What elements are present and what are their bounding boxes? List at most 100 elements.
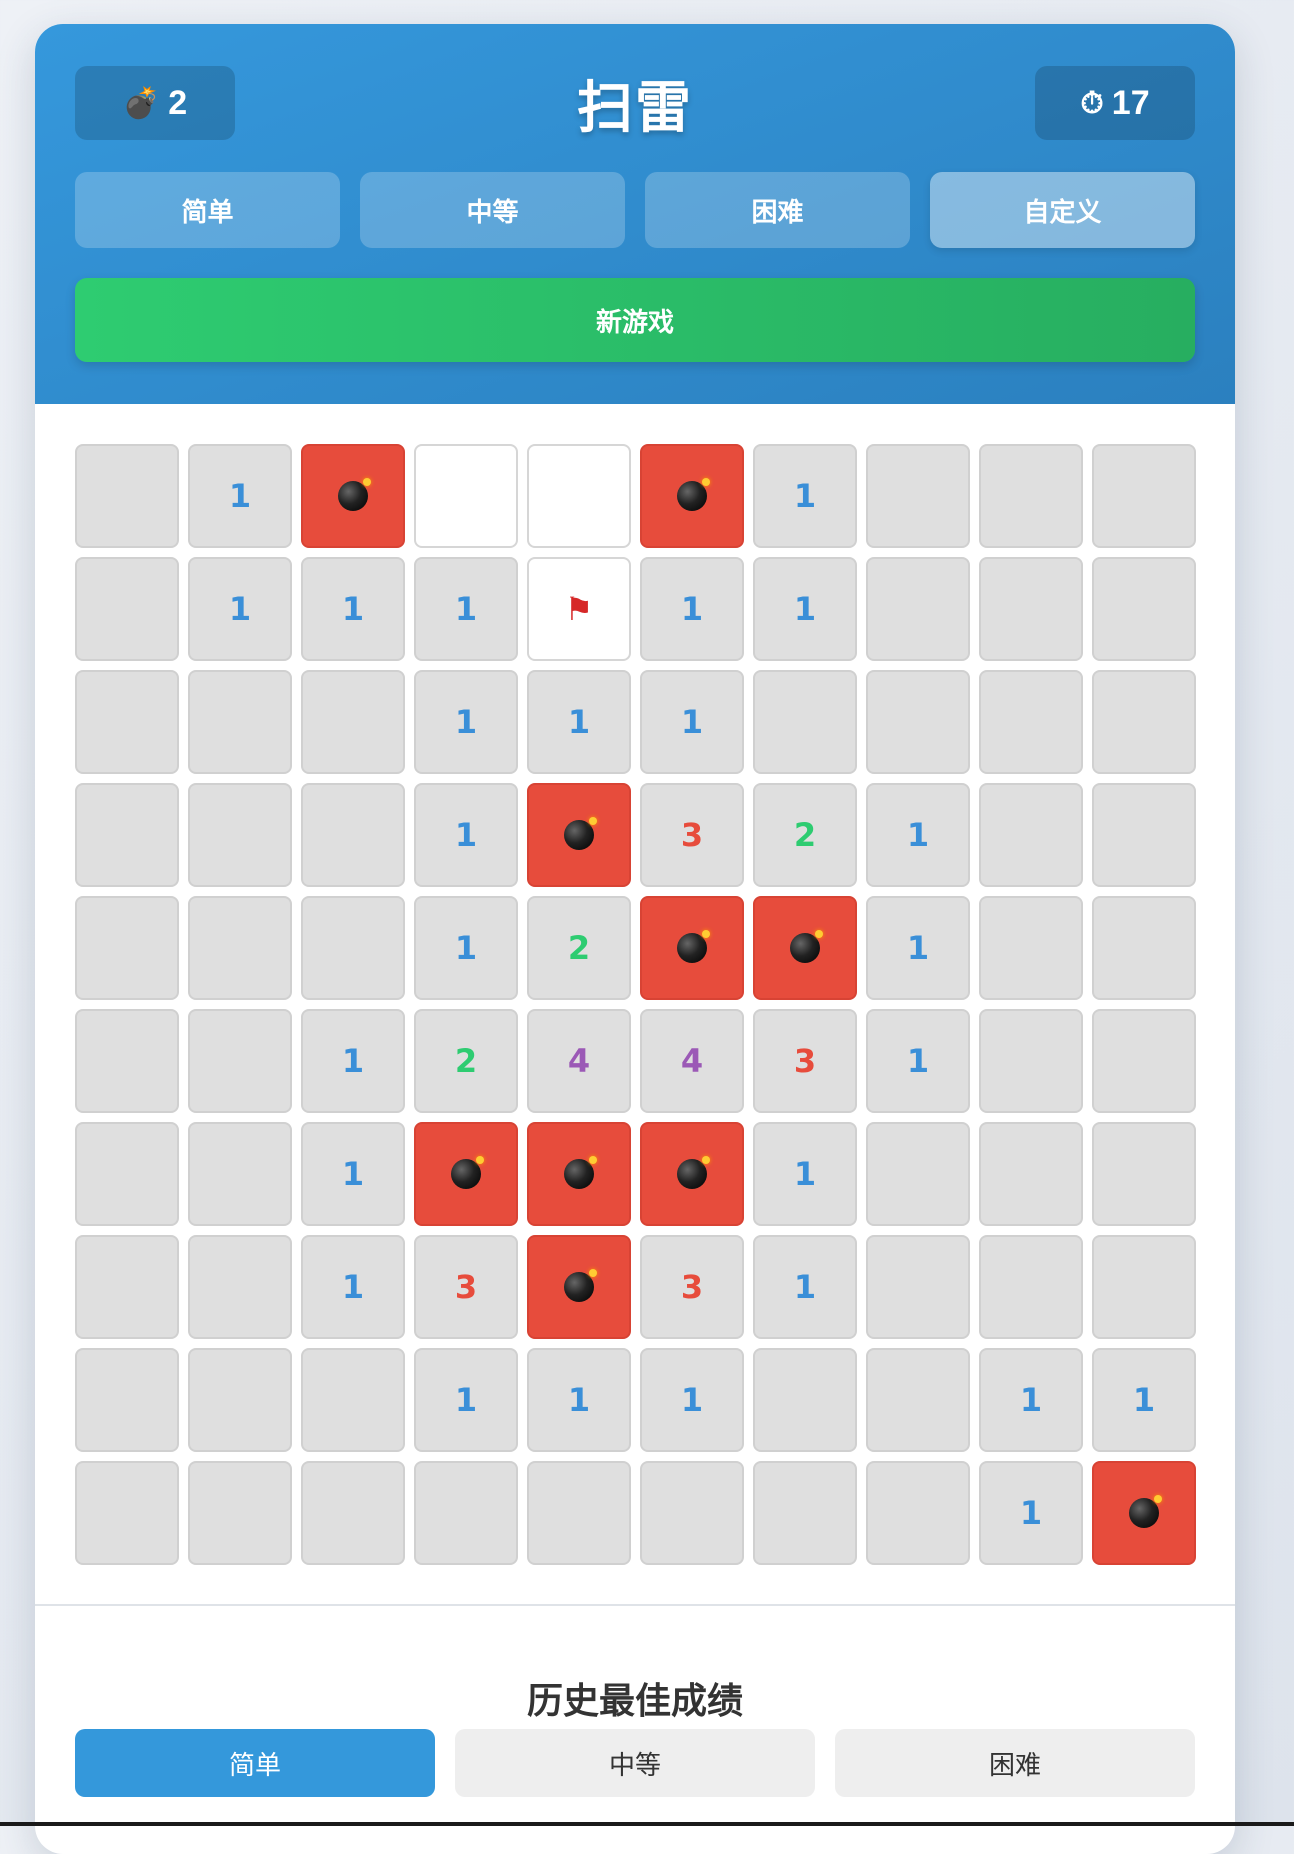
cell-r8-c2[interactable] — [301, 1348, 405, 1452]
cell-r6-c4[interactable] — [527, 1122, 631, 1226]
cell-r5-c6[interactable]: 3 — [753, 1009, 857, 1113]
cell-r8-c6[interactable] — [753, 1348, 857, 1452]
cell-r9-c6[interactable] — [753, 1461, 857, 1565]
cell-r8-c9[interactable]: 1 — [1092, 1348, 1196, 1452]
cell-r5-c5[interactable]: 4 — [640, 1009, 744, 1113]
cell-r7-c8[interactable] — [979, 1235, 1083, 1339]
cell-r9-c0[interactable] — [75, 1461, 179, 1565]
cell-r9-c3[interactable] — [414, 1461, 518, 1565]
cell-r2-c9[interactable] — [1092, 670, 1196, 774]
cell-r9-c2[interactable] — [301, 1461, 405, 1565]
best-tab-hard[interactable]: 困难 — [835, 1729, 1195, 1797]
cell-r0-c8[interactable] — [979, 444, 1083, 548]
cell-r3-c5[interactable]: 3 — [640, 783, 744, 887]
difficulty-easy-button[interactable]: 简单 — [75, 172, 340, 248]
cell-r3-c1[interactable] — [188, 783, 292, 887]
cell-r2-c2[interactable] — [301, 670, 405, 774]
cell-r2-c8[interactable] — [979, 670, 1083, 774]
cell-r2-c5[interactable]: 1 — [640, 670, 744, 774]
cell-r7-c5[interactable]: 3 — [640, 1235, 744, 1339]
cell-r7-c1[interactable] — [188, 1235, 292, 1339]
cell-r0-c0[interactable] — [75, 444, 179, 548]
cell-r4-c0[interactable] — [75, 896, 179, 1000]
cell-r8-c0[interactable] — [75, 1348, 179, 1452]
cell-r4-c1[interactable] — [188, 896, 292, 1000]
cell-r9-c4[interactable] — [527, 1461, 631, 1565]
cell-r6-c7[interactable] — [866, 1122, 970, 1226]
cell-r1-c6[interactable]: 1 — [753, 557, 857, 661]
best-tab-medium[interactable]: 中等 — [455, 1729, 815, 1797]
cell-r6-c1[interactable] — [188, 1122, 292, 1226]
difficulty-hard-button[interactable]: 困难 — [645, 172, 910, 248]
cell-r1-c1[interactable]: 1 — [188, 557, 292, 661]
cell-r8-c5[interactable]: 1 — [640, 1348, 744, 1452]
cell-r8-c1[interactable] — [188, 1348, 292, 1452]
cell-r1-c9[interactable] — [1092, 557, 1196, 661]
cell-r8-c8[interactable]: 1 — [979, 1348, 1083, 1452]
cell-r9-c1[interactable] — [188, 1461, 292, 1565]
cell-r9-c9[interactable] — [1092, 1461, 1196, 1565]
cell-r5-c0[interactable] — [75, 1009, 179, 1113]
cell-r7-c9[interactable] — [1092, 1235, 1196, 1339]
cell-r1-c3[interactable]: 1 — [414, 557, 518, 661]
cell-r6-c2[interactable]: 1 — [301, 1122, 405, 1226]
cell-r8-c7[interactable] — [866, 1348, 970, 1452]
cell-r4-c5[interactable] — [640, 896, 744, 1000]
cell-r6-c8[interactable] — [979, 1122, 1083, 1226]
cell-r2-c3[interactable]: 1 — [414, 670, 518, 774]
cell-r2-c7[interactable] — [866, 670, 970, 774]
cell-r2-c6[interactable] — [753, 670, 857, 774]
cell-r3-c7[interactable]: 1 — [866, 783, 970, 887]
cell-r0-c6[interactable]: 1 — [753, 444, 857, 548]
cell-r5-c2[interactable]: 1 — [301, 1009, 405, 1113]
cell-r1-c4[interactable]: ⚑ — [527, 557, 631, 661]
cell-r4-c3[interactable]: 1 — [414, 896, 518, 1000]
cell-r6-c3[interactable] — [414, 1122, 518, 1226]
cell-r3-c0[interactable] — [75, 783, 179, 887]
cell-r5-c3[interactable]: 2 — [414, 1009, 518, 1113]
cell-r6-c6[interactable]: 1 — [753, 1122, 857, 1226]
cell-r4-c6[interactable] — [753, 896, 857, 1000]
cell-r9-c7[interactable] — [866, 1461, 970, 1565]
cell-r4-c8[interactable] — [979, 896, 1083, 1000]
difficulty-medium-button[interactable]: 中等 — [360, 172, 625, 248]
cell-r7-c4[interactable] — [527, 1235, 631, 1339]
cell-r4-c2[interactable] — [301, 896, 405, 1000]
cell-r5-c4[interactable]: 4 — [527, 1009, 631, 1113]
cell-r6-c0[interactable] — [75, 1122, 179, 1226]
cell-r1-c0[interactable] — [75, 557, 179, 661]
cell-r0-c7[interactable] — [866, 444, 970, 548]
cell-r3-c8[interactable] — [979, 783, 1083, 887]
cell-r5-c1[interactable] — [188, 1009, 292, 1113]
cell-r1-c7[interactable] — [866, 557, 970, 661]
cell-r4-c4[interactable]: 2 — [527, 896, 631, 1000]
cell-r7-c3[interactable]: 3 — [414, 1235, 518, 1339]
cell-r9-c8[interactable]: 1 — [979, 1461, 1083, 1565]
cell-r2-c1[interactable] — [188, 670, 292, 774]
new-game-button[interactable]: 新游戏 — [75, 278, 1195, 362]
cell-r5-c9[interactable] — [1092, 1009, 1196, 1113]
cell-r5-c8[interactable] — [979, 1009, 1083, 1113]
cell-r0-c2[interactable] — [301, 444, 405, 548]
cell-r1-c2[interactable]: 1 — [301, 557, 405, 661]
cell-r1-c8[interactable] — [979, 557, 1083, 661]
cell-r4-c7[interactable]: 1 — [866, 896, 970, 1000]
cell-r0-c4[interactable] — [527, 444, 631, 548]
cell-r3-c3[interactable]: 1 — [414, 783, 518, 887]
cell-r6-c5[interactable] — [640, 1122, 744, 1226]
best-tab-easy[interactable]: 简单 — [75, 1729, 435, 1797]
cell-r9-c5[interactable] — [640, 1461, 744, 1565]
cell-r0-c5[interactable] — [640, 444, 744, 548]
cell-r0-c9[interactable] — [1092, 444, 1196, 548]
cell-r2-c4[interactable]: 1 — [527, 670, 631, 774]
cell-r6-c9[interactable] — [1092, 1122, 1196, 1226]
cell-r7-c2[interactable]: 1 — [301, 1235, 405, 1339]
cell-r3-c4[interactable] — [527, 783, 631, 887]
cell-r3-c9[interactable] — [1092, 783, 1196, 887]
cell-r3-c6[interactable]: 2 — [753, 783, 857, 887]
cell-r4-c9[interactable] — [1092, 896, 1196, 1000]
cell-r8-c3[interactable]: 1 — [414, 1348, 518, 1452]
cell-r5-c7[interactable]: 1 — [866, 1009, 970, 1113]
cell-r7-c7[interactable] — [866, 1235, 970, 1339]
cell-r7-c6[interactable]: 1 — [753, 1235, 857, 1339]
